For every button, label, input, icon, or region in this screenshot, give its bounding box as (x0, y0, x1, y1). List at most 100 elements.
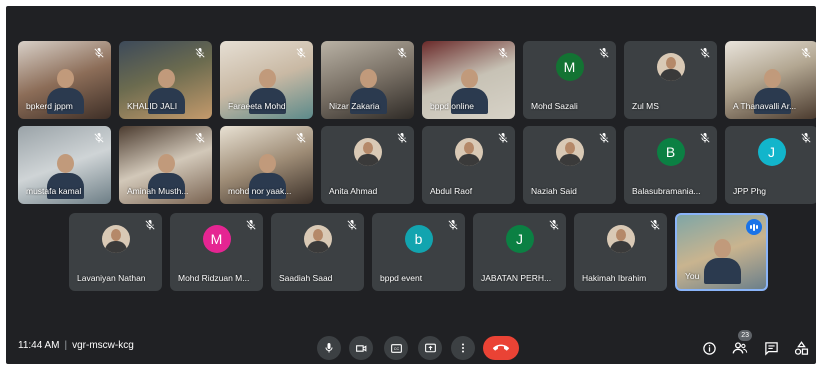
meeting-info: 11:44 AM | vgr-mscw-kcg (18, 340, 134, 351)
mic-off-icon (325, 343, 333, 353)
bottom-toolbar: 11:44 AM | vgr-mscw-kcg CC 23 (6, 328, 816, 364)
participant-name: bppd event (380, 273, 423, 283)
participant-tile[interactable]: M Mohd Sazali (523, 41, 616, 119)
participant-name: JPP Phg (733, 186, 766, 196)
participant-tile[interactable]: Naziah Said (523, 126, 616, 204)
participant-photo-avatar (656, 53, 685, 81)
activities-icon (794, 340, 808, 355)
svg-text:CC: CC (393, 347, 399, 351)
participant-tile[interactable]: Saadiah Saad (271, 213, 364, 291)
participant-name: Mohd Sazali (531, 101, 578, 111)
info-icon (702, 341, 716, 355)
separator: | (64, 340, 68, 351)
participant-tile[interactable]: J JABATAN PERH... (473, 213, 566, 291)
people-icon (732, 342, 748, 354)
participant-photo-avatar (454, 138, 483, 166)
participant-name: Faraeeta Mohd (228, 101, 286, 111)
participant-photo-avatar (353, 138, 382, 166)
participant-name: A Thanavalli Ar... (733, 101, 797, 111)
participant-avatar: b (404, 225, 433, 253)
participant-name: Naziah Said (531, 186, 577, 196)
participant-name: Balasubramania... (632, 186, 701, 196)
mic-off-icon (194, 46, 206, 58)
participant-avatar: M (202, 225, 231, 253)
participant-photo-avatar (101, 225, 130, 253)
participant-tile[interactable]: Aminah Musth... (119, 126, 212, 204)
more-vert-icon (462, 343, 464, 353)
participant-photo-avatar (606, 225, 635, 253)
chat-icon (764, 341, 778, 356)
participant-name: Saadiah Saad (279, 273, 333, 283)
participant-name: bppd online (430, 101, 474, 111)
more-options-button[interactable] (451, 336, 475, 360)
participant-name: Zul MS (632, 101, 659, 111)
participant-avatar: M (555, 53, 584, 81)
mic-off-icon (497, 46, 509, 58)
mic-off-icon (194, 131, 206, 143)
participant-tile[interactable]: Abdul Raof (422, 126, 515, 204)
participant-tile[interactable]: KHALID JALI (119, 41, 212, 119)
participants-button[interactable]: 23 (731, 330, 752, 357)
mic-off-icon (598, 46, 610, 58)
end-call-icon (493, 344, 509, 351)
participant-name: JABATAN PERH... (481, 273, 552, 283)
participant-tile[interactable]: Anita Ahmad (321, 126, 414, 204)
participant-tile[interactable]: mustafa kamal (18, 126, 111, 204)
participant-tile[interactable]: mohd nor yaak... (220, 126, 313, 204)
mic-off-icon (93, 131, 105, 143)
mic-off-icon (800, 131, 812, 143)
mic-off-icon (295, 131, 307, 143)
participant-tile[interactable]: M Mohd Ridzuan M... (170, 213, 263, 291)
participant-name: Lavaniyan Nathan (77, 273, 146, 283)
participant-tile[interactable]: b bppd event (372, 213, 465, 291)
mic-off-icon (245, 218, 257, 230)
participant-name: Hakimah Ibrahim (582, 273, 647, 283)
participant-name: bpkerd jppm (26, 101, 73, 111)
mic-off-icon (649, 218, 661, 230)
mic-off-icon (396, 131, 408, 143)
participant-tile[interactable]: B Balasubramania... (624, 126, 717, 204)
meeting-time: 11:44 AM (18, 340, 60, 351)
participant-tile[interactable]: Nizar Zakaria (321, 41, 414, 119)
participant-tile[interactable]: bppd online (422, 41, 515, 119)
participant-count-badge: 23 (738, 330, 752, 341)
participant-tile[interactable]: Lavaniyan Nathan (69, 213, 162, 291)
meeting-details-button[interactable] (700, 339, 718, 357)
activities-button[interactable] (792, 339, 810, 357)
camera-button[interactable] (349, 336, 373, 360)
self-tile[interactable]: You (675, 213, 768, 291)
participant-name: Mohd Ridzuan M... (178, 273, 250, 283)
participant-tile[interactable]: Faraeeta Mohd (220, 41, 313, 119)
present-button[interactable] (418, 336, 442, 360)
participant-name: Abdul Raof (430, 186, 473, 196)
chat-button[interactable] (762, 339, 780, 357)
participant-avatar: J (757, 138, 786, 166)
participant-tile[interactable]: Zul MS (624, 41, 717, 119)
participant-photo-avatar (303, 225, 332, 253)
captions-icon: CC (390, 343, 402, 353)
meeting-stage: bpkerd jppm KHALID JALI Faraeeta Mohd Nizar… (6, 6, 816, 364)
audio-level-icon (746, 219, 762, 235)
participant-name: KHALID JALI (127, 101, 178, 111)
mic-button[interactable] (317, 336, 341, 360)
mic-off-icon (598, 131, 610, 143)
participant-tile[interactable]: J JPP Phg (725, 126, 816, 204)
mic-off-icon (497, 131, 509, 143)
participant-name: Aminah Musth... (127, 186, 189, 196)
camera-icon (355, 344, 366, 352)
participant-tile[interactable]: bpkerd jppm (18, 41, 111, 119)
mic-off-icon (93, 46, 105, 58)
participant-name: mustafa kamal (26, 186, 82, 196)
mic-off-icon (346, 218, 358, 230)
mic-off-icon (800, 46, 812, 58)
captions-button[interactable]: CC (384, 336, 408, 360)
participant-avatar: B (656, 138, 685, 166)
participant-photo-avatar (555, 138, 584, 166)
participant-tile[interactable]: A Thanavalli Ar... (725, 41, 816, 119)
mic-off-icon (699, 131, 711, 143)
participant-tile[interactable]: Hakimah Ibrahim (574, 213, 667, 291)
end-call-button[interactable] (483, 336, 519, 360)
participant-name: Anita Ahmad (329, 186, 378, 196)
mic-off-icon (548, 218, 560, 230)
participant-name: mohd nor yaak... (228, 186, 292, 196)
